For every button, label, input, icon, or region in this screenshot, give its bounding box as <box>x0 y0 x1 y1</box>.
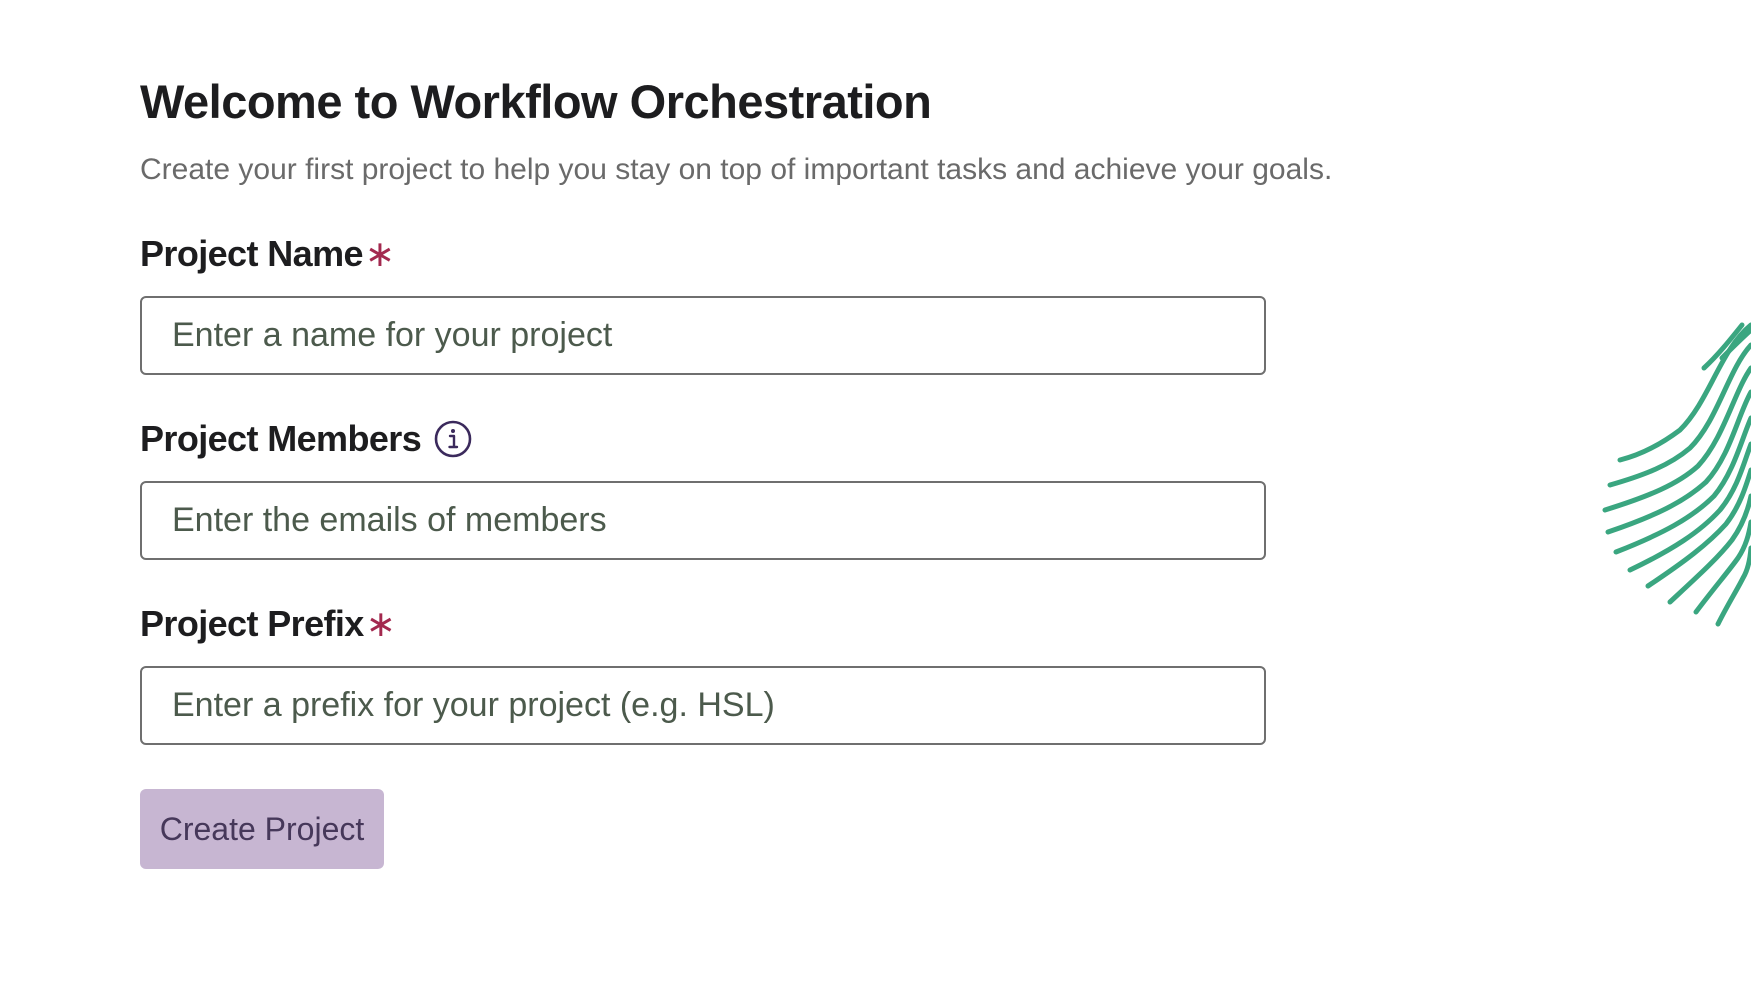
page: Welcome to Workflow Orchestration Create… <box>0 0 1751 985</box>
page-subtitle: Create your first project to help you st… <box>140 153 1333 186</box>
create-project-form: Welcome to Workflow Orchestration Create… <box>140 70 1440 869</box>
project-members-label-row: Project Members <box>140 415 1440 463</box>
project-members-label: Project Members <box>140 418 422 459</box>
required-asterisk: ∗ <box>365 603 396 644</box>
project-prefix-label: Project Prefix <box>140 603 364 644</box>
info-icon[interactable] <box>433 419 473 459</box>
project-prefix-input[interactable] <box>140 666 1266 745</box>
curved-stripes-graphic <box>1602 322 1751 627</box>
project-name-label-row: Project Name ∗ <box>140 230 1440 278</box>
project-name-label: Project Name <box>140 233 364 274</box>
project-prefix-label-row: Project Prefix ∗ <box>140 600 1440 648</box>
project-members-input[interactable] <box>140 481 1266 560</box>
page-title: Welcome to Workflow Orchestration <box>140 75 932 128</box>
project-name-input[interactable] <box>140 296 1266 375</box>
create-project-button[interactable]: Create Project <box>140 789 384 869</box>
required-asterisk: ∗ <box>364 233 396 274</box>
